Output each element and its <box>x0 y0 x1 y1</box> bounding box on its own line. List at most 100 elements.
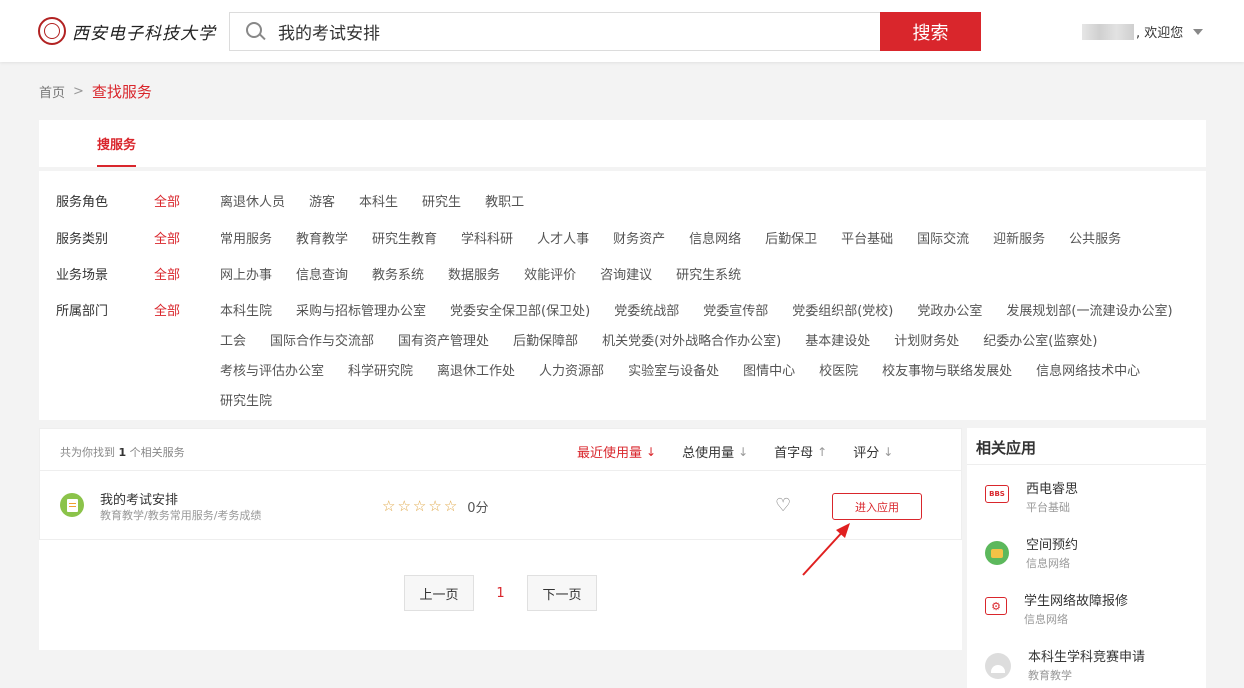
star-icon[interactable]: ☆ <box>413 499 426 514</box>
results-panel: 共为你找到 1 个相关服务 最近使用量 ↓ 总使用量 ↓ 首字母 ↑ 评分 ↓ 我的考试安排 … <box>39 428 962 650</box>
filter-option[interactable]: 基本建设处 <box>805 330 870 360</box>
related-app-item[interactable]: 空间预约 信息网络 <box>985 534 1078 571</box>
next-page-button[interactable]: 下一页 <box>527 575 597 611</box>
filter-option-all[interactable]: 全部 <box>154 191 220 221</box>
filter-row: 服务角色 全部 离退休人员 游客 本科生 研究生 教职工 <box>56 191 1210 221</box>
related-app-name[interactable]: 本科生学科竞赛申请 <box>1028 646 1145 665</box>
sort-option[interactable]: 最近使用量 ↓ <box>577 442 656 462</box>
favorite-heart-icon[interactable]: ♡ <box>775 495 791 516</box>
filter-option[interactable]: 科学研究院 <box>348 360 413 390</box>
star-icon[interactable]: ☆ <box>428 499 441 514</box>
filter-option-all[interactable]: 全部 <box>154 264 220 294</box>
filter-option[interactable]: 网上办事 <box>220 264 272 294</box>
search-button[interactable]: 搜索 <box>880 12 981 51</box>
related-app-category: 信息网络 <box>1026 557 1070 570</box>
filter-option[interactable]: 工会 <box>220 330 246 360</box>
filter-option[interactable]: 人力资源部 <box>539 360 604 390</box>
filter-option[interactable]: 信息网络技术中心 <box>1036 360 1140 390</box>
top-header: 西安电子科技大学 搜索 , 欢迎您 <box>0 0 1244 62</box>
filter-option[interactable]: 教育教学 <box>296 228 348 258</box>
bbs-icon: BBS <box>985 485 1009 503</box>
related-app-item[interactable]: ⚙ 学生网络故障报修 信息网络 <box>985 590 1128 627</box>
filter-option-all[interactable]: 全部 <box>154 300 220 420</box>
related-app-item[interactable]: 本科生学科竞赛申请 教育教学 <box>985 646 1145 683</box>
filter-option[interactable]: 校医院 <box>819 360 858 390</box>
filter-option[interactable]: 后勤保卫 <box>765 228 817 258</box>
filter-option[interactable]: 图情中心 <box>743 360 795 390</box>
filter-option[interactable]: 发展规划部(一流建设办公室) <box>1006 300 1172 330</box>
filter-option[interactable]: 学科科研 <box>461 228 513 258</box>
user-menu[interactable]: , 欢迎您 <box>1082 22 1204 41</box>
filter-option[interactable]: 信息查询 <box>296 264 348 294</box>
filter-option[interactable]: 党委统战部 <box>614 300 679 330</box>
filter-option[interactable]: 考核与评估办公室 <box>220 360 324 390</box>
filter-option[interactable]: 计划财务处 <box>894 330 959 360</box>
related-app-name[interactable]: 西电睿思 <box>1026 478 1078 497</box>
related-app-item[interactable]: BBS 西电睿思 平台基础 <box>985 478 1078 515</box>
app-name[interactable]: 我的考试安排 <box>100 489 178 508</box>
filter-row: 所属部门 全部 本科生院 采购与招标管理办公室 党委安全保卫部(保卫处) 党委统战部 党委宣… <box>56 300 1210 420</box>
filter-option[interactable]: 研究生教育 <box>372 228 437 258</box>
filter-option[interactable]: 国有资产管理处 <box>398 330 489 360</box>
filter-option[interactable]: 数据服务 <box>448 264 500 294</box>
filter-option-all[interactable]: 全部 <box>154 228 220 258</box>
filter-option[interactable]: 效能评价 <box>524 264 576 294</box>
related-app-name[interactable]: 空间预约 <box>1026 534 1078 553</box>
breadcrumb-home[interactable]: 首页 <box>39 82 65 101</box>
filter-option[interactable]: 党政办公室 <box>917 300 982 330</box>
star-icon[interactable]: ☆ <box>397 499 410 514</box>
filter-option[interactable]: 本科生院 <box>220 300 272 330</box>
filter-option[interactable]: 国际合作与交流部 <box>270 330 374 360</box>
sort-option[interactable]: 总使用量 ↓ <box>682 442 748 462</box>
search-icon <box>246 21 266 42</box>
filter-option[interactable]: 平台基础 <box>841 228 893 258</box>
filter-option[interactable]: 离退休工作处 <box>437 360 515 390</box>
filter-option[interactable]: 信息网络 <box>689 228 741 258</box>
filter-option[interactable]: 校友事物与联络发展处 <box>882 360 1012 390</box>
search-input[interactable] <box>278 21 838 42</box>
star-icon[interactable]: ☆ <box>382 499 395 514</box>
chevron-down-icon[interactable] <box>1193 28 1204 35</box>
star-icon[interactable]: ☆ <box>444 499 457 514</box>
rating-stars[interactable]: ☆ ☆ ☆ ☆ ☆ 0分 <box>382 497 489 517</box>
filter-option[interactable]: 公共服务 <box>1069 228 1121 258</box>
pagination: 上一页 1 下一页 <box>404 575 597 611</box>
filter-option[interactable]: 财务资产 <box>613 228 665 258</box>
filter-option[interactable]: 研究生 <box>422 191 461 221</box>
university-logo[interactable]: 西安电子科技大学 <box>38 16 216 46</box>
filter-option[interactable]: 本科生 <box>359 191 398 221</box>
filter-option[interactable]: 咨询建议 <box>600 264 652 294</box>
filter-option[interactable]: 党委宣传部 <box>703 300 768 330</box>
filter-option[interactable]: 教职工 <box>485 191 524 221</box>
filter-option[interactable]: 常用服务 <box>220 228 272 258</box>
prev-page-button[interactable]: 上一页 <box>404 575 474 611</box>
sort-option[interactable]: 评分 ↓ <box>853 442 893 462</box>
filter-option[interactable]: 党委组织部(党校) <box>792 300 893 330</box>
enter-app-button[interactable]: 进入应用 <box>832 493 922 520</box>
sort-option[interactable]: 首字母 ↑ <box>774 442 828 462</box>
divider <box>967 464 1206 465</box>
tab-search-services[interactable]: 搜服务 <box>97 134 137 167</box>
filter-option[interactable]: 后勤保障部 <box>513 330 578 360</box>
filter-option[interactable]: 党委安全保卫部(保卫处) <box>450 300 590 330</box>
current-page-number[interactable]: 1 <box>474 586 527 601</box>
filter-option[interactable]: 机关党委(对外战略合作办公室) <box>602 330 781 360</box>
filter-label: 业务场景 <box>56 268 109 283</box>
sort-label: 最近使用量 <box>577 446 643 461</box>
filter-option[interactable]: 离退休人员 <box>220 191 285 221</box>
sort-label: 评分 <box>853 446 880 461</box>
filter-option[interactable]: 实验室与设备处 <box>628 360 719 390</box>
arrow-up-icon: ↑ <box>817 444 828 459</box>
filter-option[interactable]: 人才人事 <box>537 228 589 258</box>
filter-option[interactable]: 教务系统 <box>372 264 424 294</box>
filter-option[interactable]: 研究生系统 <box>676 264 741 294</box>
filter-option[interactable]: 采购与招标管理办公室 <box>296 300 426 330</box>
filter-option[interactable]: 纪委办公室(监察处) <box>983 330 1097 360</box>
related-app-category: 信息网络 <box>1024 613 1068 626</box>
related-app-name[interactable]: 学生网络故障报修 <box>1024 590 1128 609</box>
filter-option[interactable]: 迎新服务 <box>993 228 1045 258</box>
related-apps-title: 相关应用 <box>976 439 1037 457</box>
filter-option[interactable]: 游客 <box>309 191 335 221</box>
filter-option[interactable]: 国际交流 <box>917 228 969 258</box>
filter-option[interactable]: 研究生院 <box>220 390 272 420</box>
